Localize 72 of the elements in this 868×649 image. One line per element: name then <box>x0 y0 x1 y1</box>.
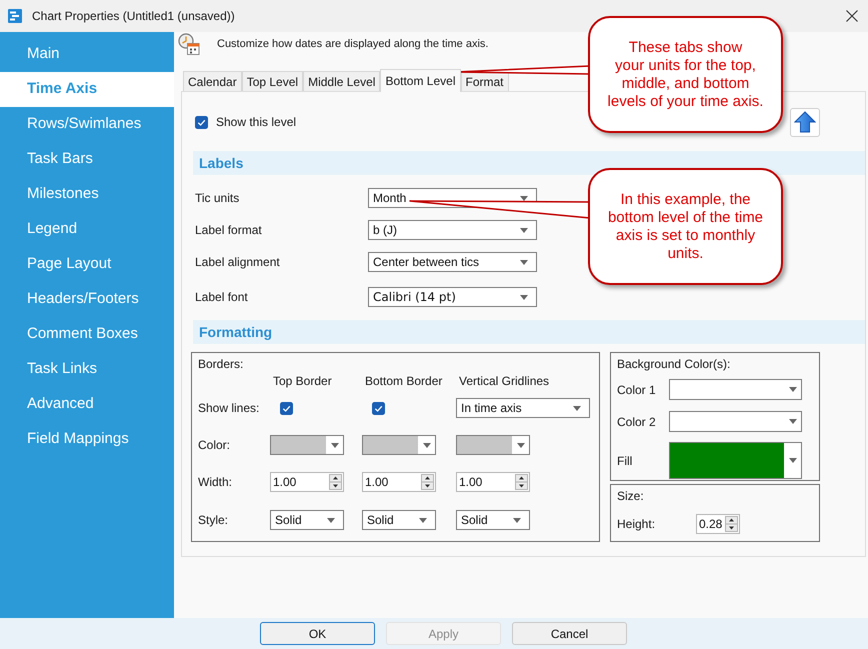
spin-arrows-icon[interactable] <box>329 474 342 490</box>
number-spinner[interactable]: 1.00 <box>362 472 436 492</box>
field-label: Color 1 <box>617 382 657 398</box>
column-heading: Bottom Border <box>365 374 442 388</box>
caret-icon <box>788 458 796 463</box>
field-label: Width: <box>198 474 234 491</box>
field-label: Label font <box>195 289 249 306</box>
field-label: Label alignment <box>195 254 281 271</box>
caret-icon <box>330 442 338 448</box>
caret-icon <box>513 518 521 522</box>
select-field[interactable]: Solid <box>362 510 436 530</box>
number-spinner[interactable]: 0.28 <box>696 514 740 534</box>
caret-icon <box>788 387 796 392</box>
select-field[interactable]: Center between tics <box>368 252 537 272</box>
column-heading: Vertical Gridlines <box>459 374 550 388</box>
caret-icon <box>422 442 430 448</box>
caret-icon <box>419 518 427 522</box>
spin-arrows-icon[interactable] <box>725 516 738 532</box>
caret-icon <box>573 406 581 410</box>
tab[interactable]: Top Level <box>242 71 304 91</box>
color-dropdown[interactable] <box>456 435 530 455</box>
color-dropdown[interactable] <box>270 435 344 455</box>
select-field[interactable]: In time axis <box>456 398 590 418</box>
dialog-button[interactable]: Cancel <box>512 622 627 645</box>
field-label: Fill <box>617 452 634 470</box>
section-heading: Formatting <box>193 320 865 344</box>
checkbox[interactable] <box>280 402 293 414</box>
checkbox[interactable] <box>195 116 208 128</box>
tab[interactable]: Calendar <box>183 71 242 91</box>
caret-icon <box>788 419 796 424</box>
field-label: Color 2 <box>617 414 657 430</box>
color-dropdown[interactable] <box>669 379 802 400</box>
gantt-chart-icon <box>8 9 22 23</box>
field-label: Show lines: <box>198 400 260 417</box>
window-title: Chart Properties (Untitled1 (unsaved)) <box>32 8 235 25</box>
number-spinner[interactable]: 1.00 <box>456 472 530 492</box>
tab[interactable]: Bottom Level <box>380 69 460 92</box>
up-arrow-icon <box>794 111 816 133</box>
select-field[interactable]: Solid <box>270 510 344 530</box>
spin-arrows-icon[interactable] <box>421 474 434 490</box>
description-text: Customize how dates are displayed along the time axis. <box>217 36 488 52</box>
field-label: Color: <box>198 437 232 454</box>
callout-bubble: These tabs show your units for the top, middle, and bottom levels of your time axis. <box>588 16 783 133</box>
field-label: Height: <box>617 516 656 533</box>
color-dropdown[interactable] <box>669 442 802 479</box>
tab[interactable]: Middle Level <box>303 71 380 91</box>
number-spinner[interactable]: 1.00 <box>270 472 344 492</box>
close-icon[interactable] <box>846 10 858 22</box>
group-title: Borders: <box>198 357 244 372</box>
caret-icon <box>520 228 528 232</box>
caret-icon <box>520 260 528 264</box>
callout-bubble: In this example, the bottom level of the time axis is set to monthly units. <box>588 168 783 285</box>
color-dropdown[interactable] <box>669 411 802 432</box>
caret-icon <box>516 442 524 448</box>
caret-icon <box>520 294 528 300</box>
select-field[interactable]: Solid <box>456 510 530 530</box>
group-title: Size: <box>617 489 644 504</box>
select-field[interactable]: b (J) <box>368 220 537 240</box>
dialog-button[interactable]: OK <box>260 622 375 645</box>
spin-arrows-icon[interactable] <box>515 474 528 490</box>
field-label: Style: <box>198 512 230 529</box>
checkbox[interactable] <box>372 402 385 414</box>
field-label: Label format <box>195 222 263 239</box>
move-up-button[interactable] <box>790 108 820 136</box>
caret-icon <box>327 518 335 522</box>
select-field[interactable]: Calibri (14 pt) <box>368 287 537 307</box>
field-label: Tic units <box>195 190 240 207</box>
checkbox-label: Show this level <box>216 114 296 131</box>
section-heading: Labels <box>193 151 865 175</box>
column-heading: Top Border <box>273 374 332 388</box>
group-title: Background Color(s): <box>617 357 730 372</box>
color-dropdown[interactable] <box>362 435 436 455</box>
